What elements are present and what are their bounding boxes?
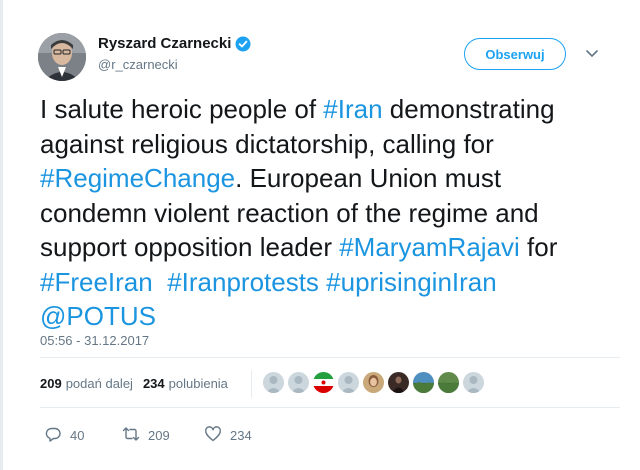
likes-label: polubienia xyxy=(168,376,228,391)
tweet-text-segment: I salute heroic people of xyxy=(40,94,324,124)
tweet-text-segment: for xyxy=(519,232,558,262)
dark-photo-avatar[interactable] xyxy=(388,372,409,393)
heart-icon xyxy=(204,425,222,446)
retweet-icon xyxy=(122,425,140,446)
tweet-text-segment: . European Union must xyxy=(235,163,502,193)
author-avatar[interactable] xyxy=(38,33,86,81)
mention-link[interactable]: @POTUS xyxy=(40,301,156,331)
tweet-text-segment: against religious dictatorship, calling … xyxy=(40,128,494,159)
retweets-count: 209 xyxy=(40,376,62,391)
like-button[interactable]: 234 xyxy=(204,425,252,446)
panel-edge xyxy=(0,0,3,470)
hashtag-link[interactable]: #Iranprotests xyxy=(167,267,319,297)
likes-stat[interactable]: 234 polubienia xyxy=(143,376,228,391)
retweets-label: podań dalej xyxy=(65,376,133,391)
tweet-text-segment: demonstrating xyxy=(382,94,555,124)
verified-badge-icon xyxy=(235,36,251,52)
hashtag-link[interactable]: #Iran xyxy=(323,94,382,124)
author-name[interactable]: Ryszard Czarnecki xyxy=(98,35,251,52)
tweet-timestamp[interactable]: 05:56 - 31.12.2017 xyxy=(40,333,149,348)
follow-button[interactable]: Obserwuj xyxy=(464,38,566,70)
tweet-line: #FreeIran #Iranprotests #uprisinginIran xyxy=(40,265,615,300)
tweet-line: #RegimeChange. European Union must xyxy=(40,161,615,196)
default-avatar[interactable] xyxy=(263,372,284,393)
hashtag-link[interactable]: #FreeIran xyxy=(40,267,153,297)
tweet-text-segment: support opposition leader xyxy=(40,232,340,262)
tweet-text-segment xyxy=(153,267,167,297)
hashtag-link[interactable]: #MaryamRajavi xyxy=(339,232,520,262)
chevron-down-icon[interactable] xyxy=(584,45,600,61)
hashtag-link[interactable]: #uprisinginIran xyxy=(326,267,497,297)
retweets-stat[interactable]: 209 podań dalej xyxy=(40,376,133,391)
tweet-actions: 40 209 234 xyxy=(44,425,252,446)
retweet-button[interactable]: 209 xyxy=(122,425,204,446)
hashtag-link[interactable]: #RegimeChange xyxy=(40,163,235,193)
iran-flag-avatar[interactable] xyxy=(313,372,334,393)
default-avatar[interactable] xyxy=(288,372,309,393)
retweet-count: 209 xyxy=(148,428,170,443)
tweet-line: @POTUS xyxy=(40,299,615,334)
tweet-line: against religious dictatorship, calling … xyxy=(40,127,615,162)
tweet-text-segment: condemn violent reaction of the regime a… xyxy=(40,197,539,228)
tweet-text: I salute heroic people of #Iran demonstr… xyxy=(40,92,615,334)
landscape-avatar[interactable] xyxy=(438,372,459,393)
reply-button[interactable]: 40 xyxy=(44,425,122,446)
tweet-line: I salute heroic people of #Iran demonstr… xyxy=(40,92,615,127)
default-avatar[interactable] xyxy=(338,372,359,393)
reply-icon xyxy=(44,425,62,446)
likes-count: 234 xyxy=(142,376,165,391)
divider xyxy=(40,407,620,408)
tweet-stats: 209 podań dalej 234 polubienia xyxy=(40,376,228,391)
portrait-avatar[interactable] xyxy=(363,372,384,393)
tweet-line: condemn violent reaction of the regime a… xyxy=(40,196,615,231)
author-handle[interactable]: @r_czarnecki xyxy=(98,57,178,72)
stats-separator xyxy=(251,370,252,398)
tweet-line: support opposition leader #MaryamRajavi … xyxy=(40,230,615,265)
like-count: 234 xyxy=(230,428,252,443)
default-avatar[interactable] xyxy=(463,372,484,393)
author-name-text[interactable]: Ryszard Czarnecki xyxy=(98,35,231,52)
liker-avatars xyxy=(263,372,484,393)
divider xyxy=(40,357,620,358)
reply-count: 40 xyxy=(70,428,85,443)
landscape-avatar[interactable] xyxy=(413,372,434,393)
